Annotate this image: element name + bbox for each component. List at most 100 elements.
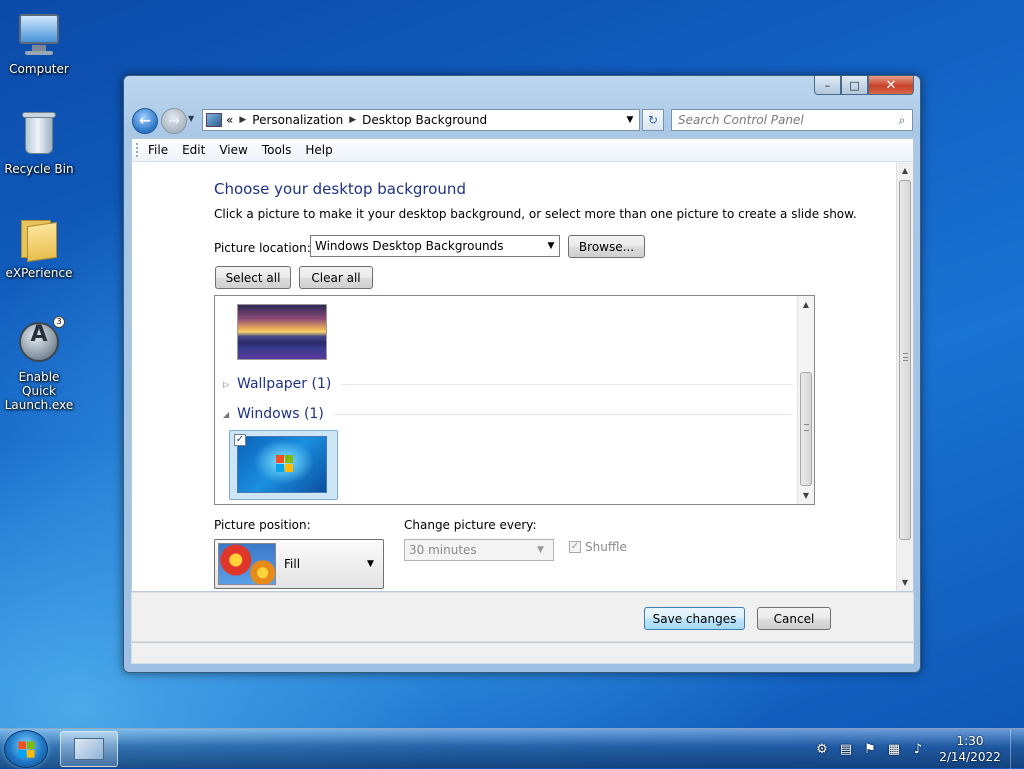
menu-tools[interactable]: Tools — [262, 143, 292, 157]
desktop-icon-label: Enable Quick Launch.exe — [4, 370, 74, 412]
scroll-up-icon[interactable]: ▲ — [798, 296, 814, 313]
taskbar: ⚙ ▤ ⚑ ▦ ♪ 1:30 2/14/2022 — [0, 728, 1024, 769]
desktop-icon-label: Computer — [9, 62, 69, 76]
gallery-scroll-thumb[interactable] — [800, 372, 812, 486]
menu-help[interactable]: Help — [305, 143, 332, 157]
desktop-icon-label: Recycle Bin — [4, 162, 74, 176]
network-share-icon[interactable]: ⚙ — [810, 742, 834, 757]
search-box: ⌕ — [671, 109, 913, 131]
desktop-icon-recycle-bin[interactable]: Recycle Bin — [0, 110, 78, 176]
page-title: Choose your desktop background — [214, 180, 466, 198]
group-name: Windows (1) — [237, 406, 324, 422]
control-panel-icon — [206, 113, 222, 127]
wallpaper-checkbox[interactable]: ✓ — [234, 434, 246, 446]
picture-location-select[interactable]: Windows Desktop Backgrounds ▼ — [310, 235, 560, 257]
expand-arrow-icon: ▷ — [223, 379, 230, 389]
cancel-button[interactable]: Cancel — [757, 607, 831, 630]
maximize-button[interactable]: □ — [841, 76, 868, 95]
clock-date: 2/14/2022 — [939, 750, 1001, 764]
group-header-wallpaper[interactable]: ▷ Wallpaper (1) — [223, 376, 793, 392]
menu-bar: File Edit View Tools Help — [131, 138, 914, 161]
page-subtitle: Click a picture to make it your desktop … — [214, 207, 857, 221]
content-scrollbar[interactable]: ▲ ▼ — [896, 162, 913, 591]
menu-view[interactable]: View — [219, 143, 247, 157]
address-bar[interactable]: « ▶ Personalization ▶ Desktop Background… — [202, 109, 640, 131]
address-overflow[interactable]: « — [226, 113, 233, 127]
menu-grip — [136, 143, 140, 157]
picture-position-select[interactable]: Fill ▼ — [214, 539, 384, 589]
desktop-icon-computer[interactable]: Computer — [0, 10, 78, 76]
clear-all-button[interactable]: Clear all — [299, 266, 373, 289]
breadcrumb-separator-icon[interactable]: ▶ — [239, 115, 246, 125]
shuffle-label: Shuffle — [585, 540, 627, 554]
change-picture-value: 30 minutes — [409, 543, 477, 557]
navigation-bar: ← → ▼ « ▶ Personalization ▶ Desktop Back… — [130, 106, 914, 134]
save-changes-button[interactable]: Save changes — [644, 607, 745, 630]
clock-time: 1:30 — [956, 734, 984, 748]
show-desktop-button[interactable] — [1010, 729, 1024, 769]
shuffle-checkbox[interactable]: ✓ Shuffle — [569, 540, 627, 554]
gallery-scrollbar[interactable]: ▲ ▼ — [797, 296, 814, 504]
close-button[interactable]: ✕ — [868, 76, 914, 95]
desktop-icon-label: eXPerience — [5, 266, 73, 280]
change-picture-label: Change picture every: — [404, 518, 537, 532]
content-scroll-thumb[interactable] — [899, 180, 911, 540]
search-input[interactable] — [672, 112, 892, 128]
folder-icon — [15, 214, 63, 263]
collapse-arrow-icon: ◢ — [223, 409, 230, 419]
checkbox-check-icon: ✓ — [569, 541, 581, 553]
wallpaper-thumbnail-windows[interactable]: ✓ — [229, 430, 338, 500]
search-icon[interactable]: ⌕ — [892, 113, 912, 128]
forward-button[interactable]: → — [161, 108, 187, 134]
start-button[interactable] — [4, 730, 48, 768]
change-picture-select[interactable]: 30 minutes ▼ — [404, 539, 554, 561]
taskbar-item-control-panel[interactable] — [60, 731, 118, 767]
scroll-down-icon[interactable]: ▼ — [897, 574, 913, 591]
breadcrumb-personalization[interactable]: Personalization — [252, 113, 343, 127]
network-icon[interactable]: ▦ — [882, 742, 906, 757]
status-bar — [131, 642, 914, 664]
action-center-flag-icon[interactable]: ⚑ — [858, 742, 882, 757]
group-header-windows[interactable]: ◢ Windows (1) — [223, 406, 793, 422]
desktop-icon-enable-quick-launch[interactable]: A3 Enable Quick Launch.exe — [0, 316, 78, 412]
document-icon[interactable]: ▤ — [834, 742, 858, 757]
refresh-button[interactable]: ↻ — [642, 109, 664, 131]
scroll-down-icon[interactable]: ▼ — [798, 487, 814, 504]
group-divider — [333, 413, 793, 415]
computer-icon — [15, 10, 63, 58]
breadcrumb-separator-icon[interactable]: ▶ — [349, 115, 356, 125]
picture-location-label: Picture location: — [214, 241, 311, 255]
windows-logo-icon — [18, 741, 35, 758]
app-launcher-icon: A3 — [15, 316, 65, 366]
scroll-up-icon[interactable]: ▲ — [897, 162, 913, 179]
picture-position-label: Picture position: — [214, 518, 311, 532]
picture-location-value: Windows Desktop Backgrounds — [315, 239, 504, 253]
wallpaper-thumbnail-sunset[interactable] — [237, 304, 327, 360]
recent-pages-dropdown[interactable]: ▼ — [188, 114, 194, 123]
control-panel-icon — [74, 738, 104, 760]
group-name: Wallpaper (1) — [237, 376, 332, 392]
select-all-button[interactable]: Select all — [215, 266, 291, 289]
address-dropdown-icon[interactable]: ▼ — [621, 115, 639, 125]
menu-edit[interactable]: Edit — [182, 143, 205, 157]
chevron-down-icon: ▼ — [547, 241, 555, 251]
clock[interactable]: 1:30 2/14/2022 — [934, 733, 1006, 765]
desktop-background-window: – □ ✕ ← → ▼ « ▶ Personalization ▶ Deskto… — [123, 75, 921, 673]
group-divider — [341, 383, 793, 385]
menu-file[interactable]: File — [148, 143, 168, 157]
minimize-button[interactable]: – — [814, 76, 841, 95]
arrow-right-icon: → — [168, 113, 180, 129]
refresh-icon: ↻ — [647, 113, 659, 127]
back-button[interactable]: ← — [132, 108, 158, 134]
picture-position-value: Fill — [284, 557, 301, 571]
browse-button[interactable]: Browse... — [568, 235, 645, 258]
position-preview-image — [218, 543, 276, 585]
volume-icon[interactable]: ♪ — [906, 742, 930, 757]
recycle-bin-icon — [15, 110, 63, 158]
chevron-down-icon: ▼ — [537, 545, 544, 555]
arrow-left-icon: ← — [139, 113, 151, 129]
desktop-icon-experience[interactable]: eXPerience — [0, 214, 78, 280]
dialog-footer: Save changes Cancel — [131, 592, 914, 642]
breadcrumb-desktop-background[interactable]: Desktop Background — [362, 113, 487, 127]
window-controls: – □ ✕ — [814, 76, 914, 96]
